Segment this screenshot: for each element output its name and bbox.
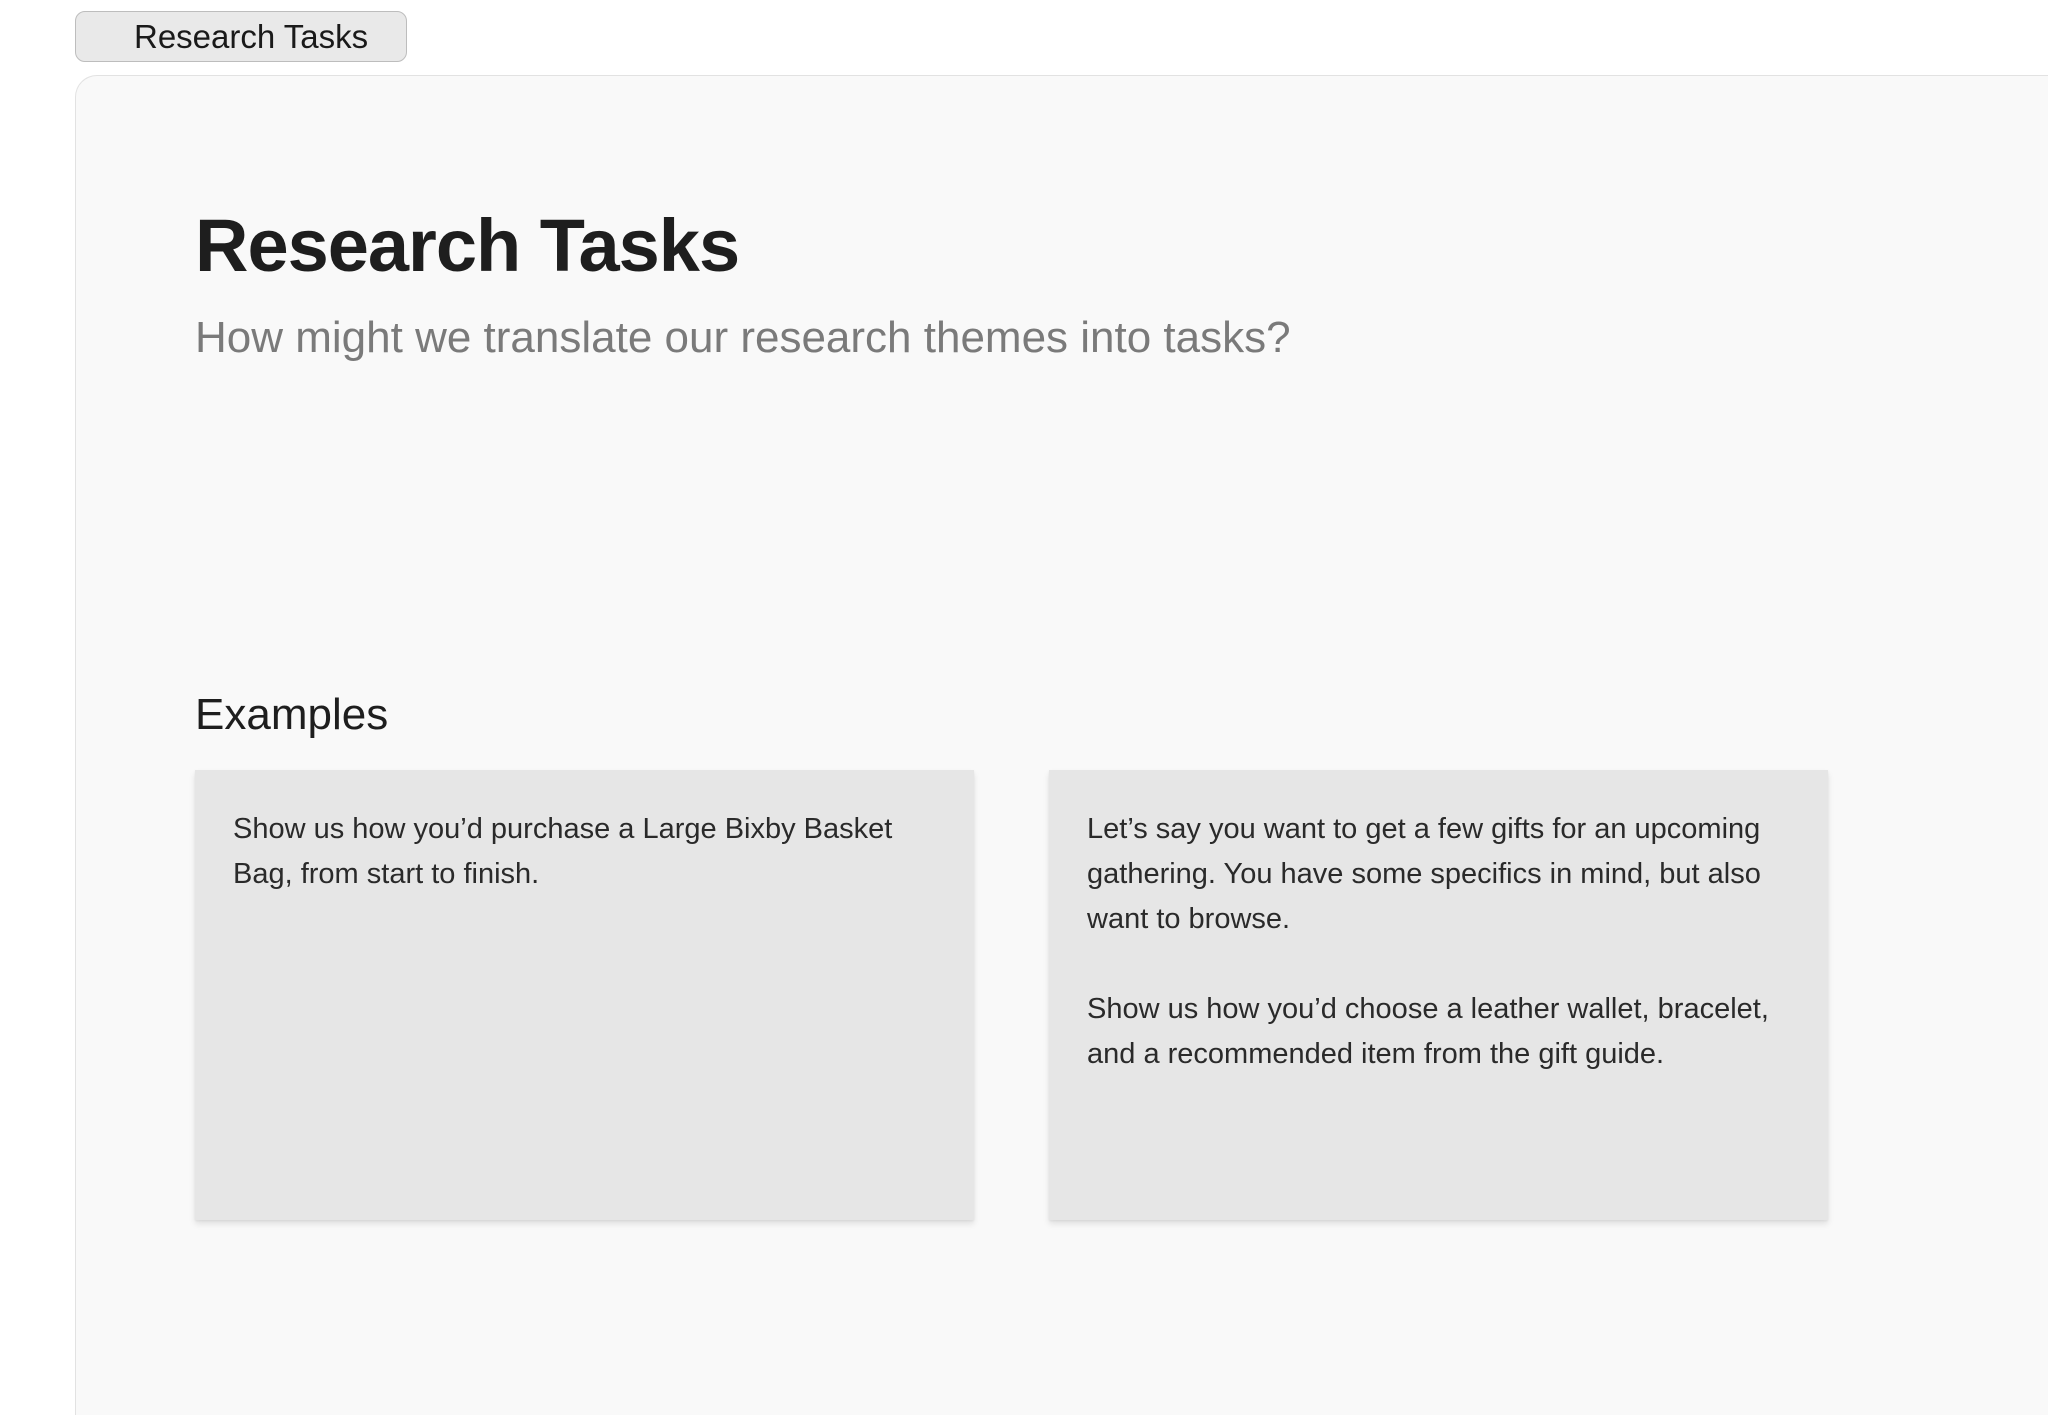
frame-tab-label: Research Tasks bbox=[134, 17, 369, 55]
sticky-note-text: Let’s say you want to get a few gifts fo… bbox=[1087, 813, 1761, 935]
page-subtitle[interactable]: How might we translate our research them… bbox=[195, 313, 1291, 363]
sticky-note-text: Show us how you’d choose a leather walle… bbox=[1087, 993, 1769, 1070]
sticky-note-purchase-task[interactable]: Show us how you’d purchase a Large Bixby… bbox=[195, 770, 974, 1220]
page-title[interactable]: Research Tasks bbox=[195, 203, 740, 288]
examples-heading[interactable]: Examples bbox=[195, 690, 388, 740]
board-canvas[interactable]: Research Tasks How might we translate ou… bbox=[75, 75, 2048, 1415]
sticky-note-gift-task[interactable]: Let’s say you want to get a few gifts fo… bbox=[1049, 770, 1828, 1220]
sticky-note-text: Show us how you’d purchase a Large Bixby… bbox=[233, 813, 893, 890]
frame-tab[interactable]: Research Tasks bbox=[75, 11, 407, 62]
